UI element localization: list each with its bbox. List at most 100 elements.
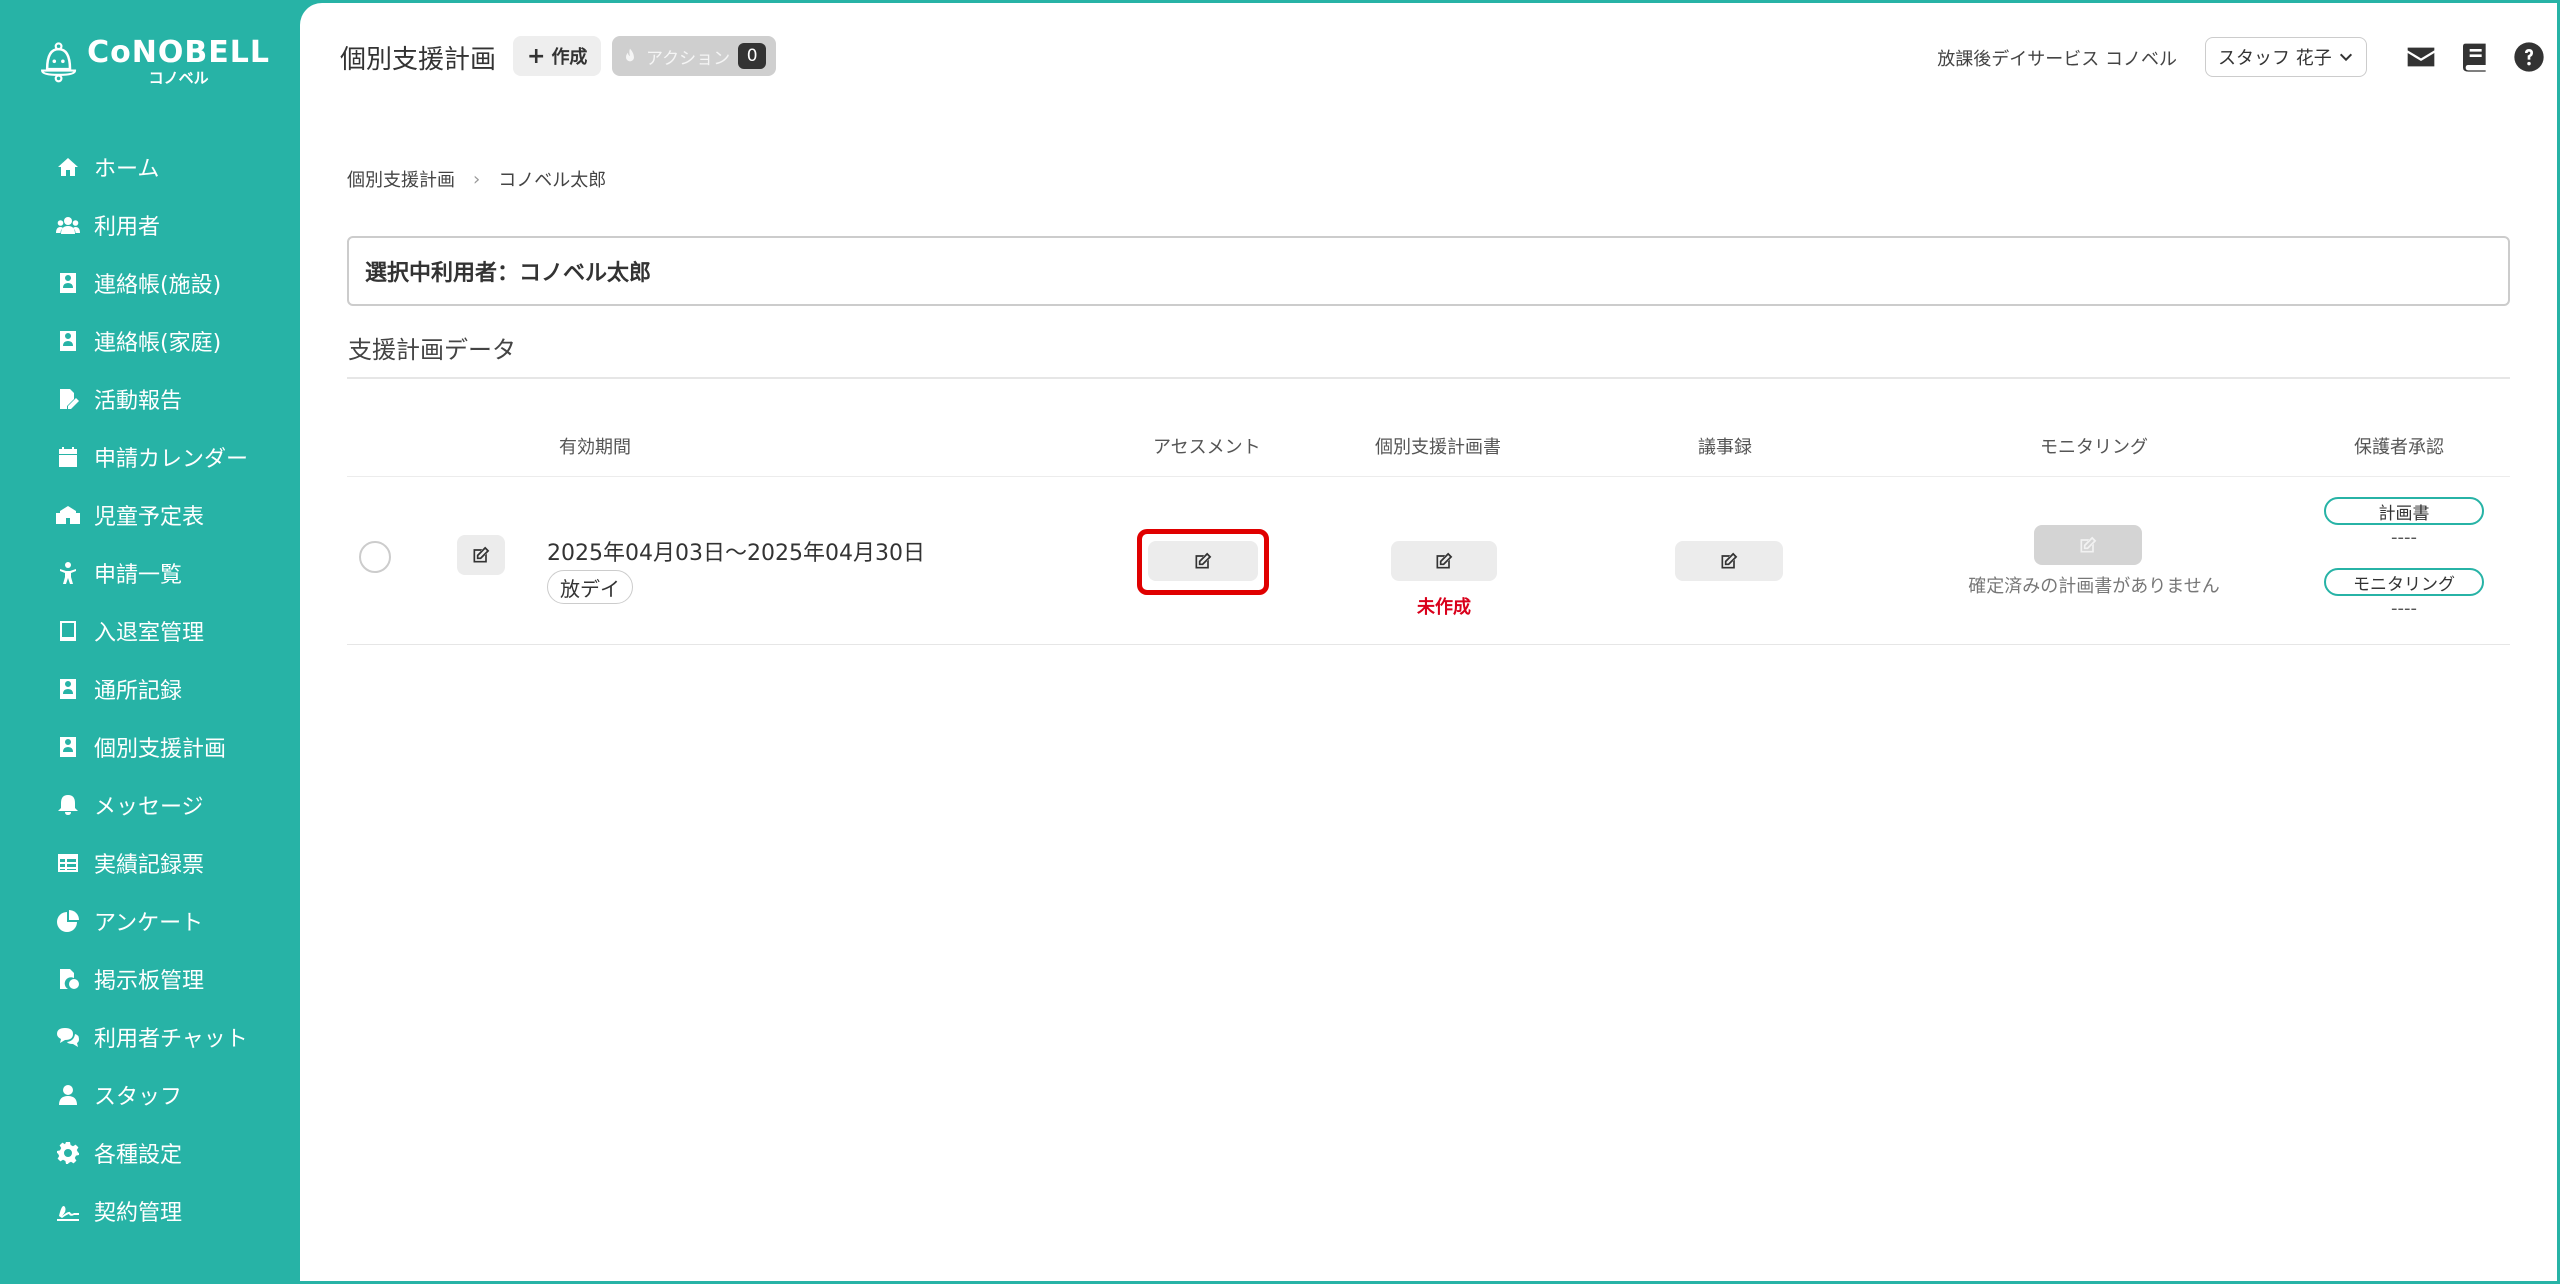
report-edit-icon xyxy=(60,389,79,409)
staff-icon xyxy=(59,1085,77,1105)
sidebar-item-label: メッセージ xyxy=(94,795,204,820)
minutes-edit-button[interactable] xyxy=(1675,541,1783,581)
sidebar-item-staff[interactable]: スタッフ xyxy=(0,1066,300,1124)
sidebar-item-survey[interactable]: アンケート xyxy=(0,892,300,950)
sidebar-item-label: 入退室管理 xyxy=(94,621,205,646)
users-icon xyxy=(56,217,80,234)
approval-monitoring-badge: モニタリング xyxy=(2324,568,2484,596)
create-button-label: 作成 xyxy=(551,47,588,68)
sidebar-item-message[interactable]: メッセージ xyxy=(0,776,300,834)
file-settings-icon xyxy=(60,969,79,989)
header-approval: 保護者承認 xyxy=(2354,437,2444,458)
divider xyxy=(347,476,2510,477)
sidebar-item-label: 連絡帳(家庭) xyxy=(94,331,222,356)
book-icon xyxy=(2463,43,2486,72)
sidebar-item-users[interactable]: 利用者 xyxy=(0,196,300,254)
school-icon xyxy=(56,506,80,524)
staff-select-value: スタッフ 花子 xyxy=(2218,48,2332,69)
sidebar-item-label: スタッフ xyxy=(94,1085,183,1110)
question-circle-icon xyxy=(2514,42,2544,72)
facility-name: 放課後デイサービス コノベル xyxy=(1937,49,2177,70)
monitoring-edit-button[interactable] xyxy=(2034,525,2142,565)
sidebar: CoNOBELL コノベル ホーム 利用者 連絡帳(施設) 連絡帳(家庭) 活動… xyxy=(0,0,300,1284)
help-button[interactable] xyxy=(2513,41,2545,73)
sidebar-item-label: 契約管理 xyxy=(94,1201,183,1226)
assessment-edit-button[interactable] xyxy=(1148,541,1258,581)
header-plan: 個別支援計画書 xyxy=(1375,437,1501,458)
header-assessment: アセスメント xyxy=(1153,437,1261,458)
action-button-label: アクション xyxy=(646,48,731,69)
logo-text: CoNOBELL xyxy=(87,35,270,70)
approval-monitoring-value: ---- xyxy=(2391,598,2417,619)
pie-chart-icon xyxy=(57,910,79,932)
sidebar-item-label: 個別支援計画 xyxy=(94,737,227,762)
edit-icon xyxy=(1436,552,1453,569)
sidebar-item-user-chat[interactable]: 利用者チャット xyxy=(0,1008,300,1066)
sidebar-item-contract[interactable]: 契約管理 xyxy=(0,1182,300,1240)
child-icon xyxy=(60,562,76,584)
edit-period-button[interactable] xyxy=(457,535,505,575)
sidebar-item-request-list[interactable]: 申請一覧 xyxy=(0,544,300,602)
home-icon xyxy=(58,158,78,176)
breadcrumb-root[interactable]: 個別支援計画 xyxy=(347,166,455,192)
sidebar-item-support-plan[interactable]: 個別支援計画 xyxy=(0,718,300,776)
sidebar-item-request-calendar[interactable]: 申請カレンダー xyxy=(0,428,300,486)
chat-icon xyxy=(57,1028,79,1047)
sidebar-item-label: ホーム xyxy=(94,157,160,182)
sidebar-item-label: 申請カレンダー xyxy=(94,447,249,472)
divider xyxy=(347,644,2510,645)
monitoring-note: 確定済みの計画書がありません xyxy=(1968,576,2220,597)
sidebar-item-contact-home[interactable]: 連絡帳(家庭) xyxy=(0,312,300,370)
bell-icon xyxy=(58,795,78,815)
sidebar-item-activity-report[interactable]: 活動報告 xyxy=(0,370,300,428)
sidebar-item-contact-facility[interactable]: 連絡帳(施設) xyxy=(0,254,300,312)
edit-icon xyxy=(473,546,490,563)
page-title: 個別支援計画 xyxy=(340,45,497,75)
logo-subtext: コノベル xyxy=(148,69,209,87)
sidebar-nav: ホーム 利用者 連絡帳(施設) 連絡帳(家庭) 活動報告 申請カレンダー 児童予… xyxy=(0,138,300,1240)
header-monitoring: モニタリング xyxy=(2040,437,2148,458)
sidebar-item-board-management[interactable]: 掲示板管理 xyxy=(0,950,300,1008)
plan-status: 未作成 xyxy=(1417,597,1471,618)
tablet-icon xyxy=(60,621,76,641)
chevron-right-icon: › xyxy=(473,168,481,190)
section-title: 支援計画データ xyxy=(348,336,516,364)
row-select-checkbox[interactable] xyxy=(359,541,391,573)
mail-icon xyxy=(2407,47,2435,67)
divider xyxy=(347,377,2510,379)
header-period: 有効期間 xyxy=(559,437,631,458)
contact-book-icon xyxy=(60,273,76,293)
sidebar-item-label: 申請一覧 xyxy=(94,563,183,588)
gear-icon xyxy=(57,1142,79,1164)
action-button[interactable]: アクション 0 xyxy=(612,36,777,76)
valid-period: 2025年04月03日～2025年04月30日 xyxy=(547,541,925,566)
edit-icon xyxy=(1195,552,1212,569)
sidebar-item-child-schedule[interactable]: 児童予定表 xyxy=(0,486,300,544)
sidebar-item-entry-exit[interactable]: 入退室管理 xyxy=(0,602,300,660)
selected-user-field[interactable]: 選択中利用者：コノベル太郎 xyxy=(347,236,2510,306)
manual-button[interactable] xyxy=(2459,41,2491,73)
signature-icon xyxy=(57,1206,79,1221)
app-logo[interactable]: CoNOBELL コノベル xyxy=(40,32,270,92)
approval-plan-badge: 計画書 xyxy=(2324,497,2484,525)
staff-select[interactable]: スタッフ 花子 xyxy=(2205,37,2367,77)
main-content: 個別支援計画 + 作成 アクション 0 放課後デイサービス コノベル スタッフ … xyxy=(300,3,2557,1281)
sidebar-item-attendance-record[interactable]: 通所記録 xyxy=(0,660,300,718)
sidebar-item-home[interactable]: ホーム xyxy=(0,138,300,196)
contact-book-icon xyxy=(60,679,76,699)
breadcrumb-current: コノベル太郎 xyxy=(498,170,607,191)
sidebar-item-settings[interactable]: 各種設定 xyxy=(0,1124,300,1182)
plan-edit-button[interactable] xyxy=(1391,541,1497,581)
mail-button[interactable] xyxy=(2405,41,2437,73)
contact-book-icon xyxy=(60,737,76,757)
sidebar-item-label: 連絡帳(施設) xyxy=(94,273,222,298)
table-icon xyxy=(58,854,78,872)
sidebar-item-label: アンケート xyxy=(94,911,204,936)
edit-icon xyxy=(2080,536,2097,553)
bell-logo-icon xyxy=(41,42,77,83)
breadcrumb: 個別支援計画 › コノベル太郎 xyxy=(347,166,606,192)
create-button[interactable]: + 作成 xyxy=(513,36,602,76)
calendar-icon xyxy=(59,447,77,467)
sidebar-item-label: 利用者チャット xyxy=(94,1027,248,1052)
sidebar-item-performance-record[interactable]: 実績記録票 xyxy=(0,834,300,892)
